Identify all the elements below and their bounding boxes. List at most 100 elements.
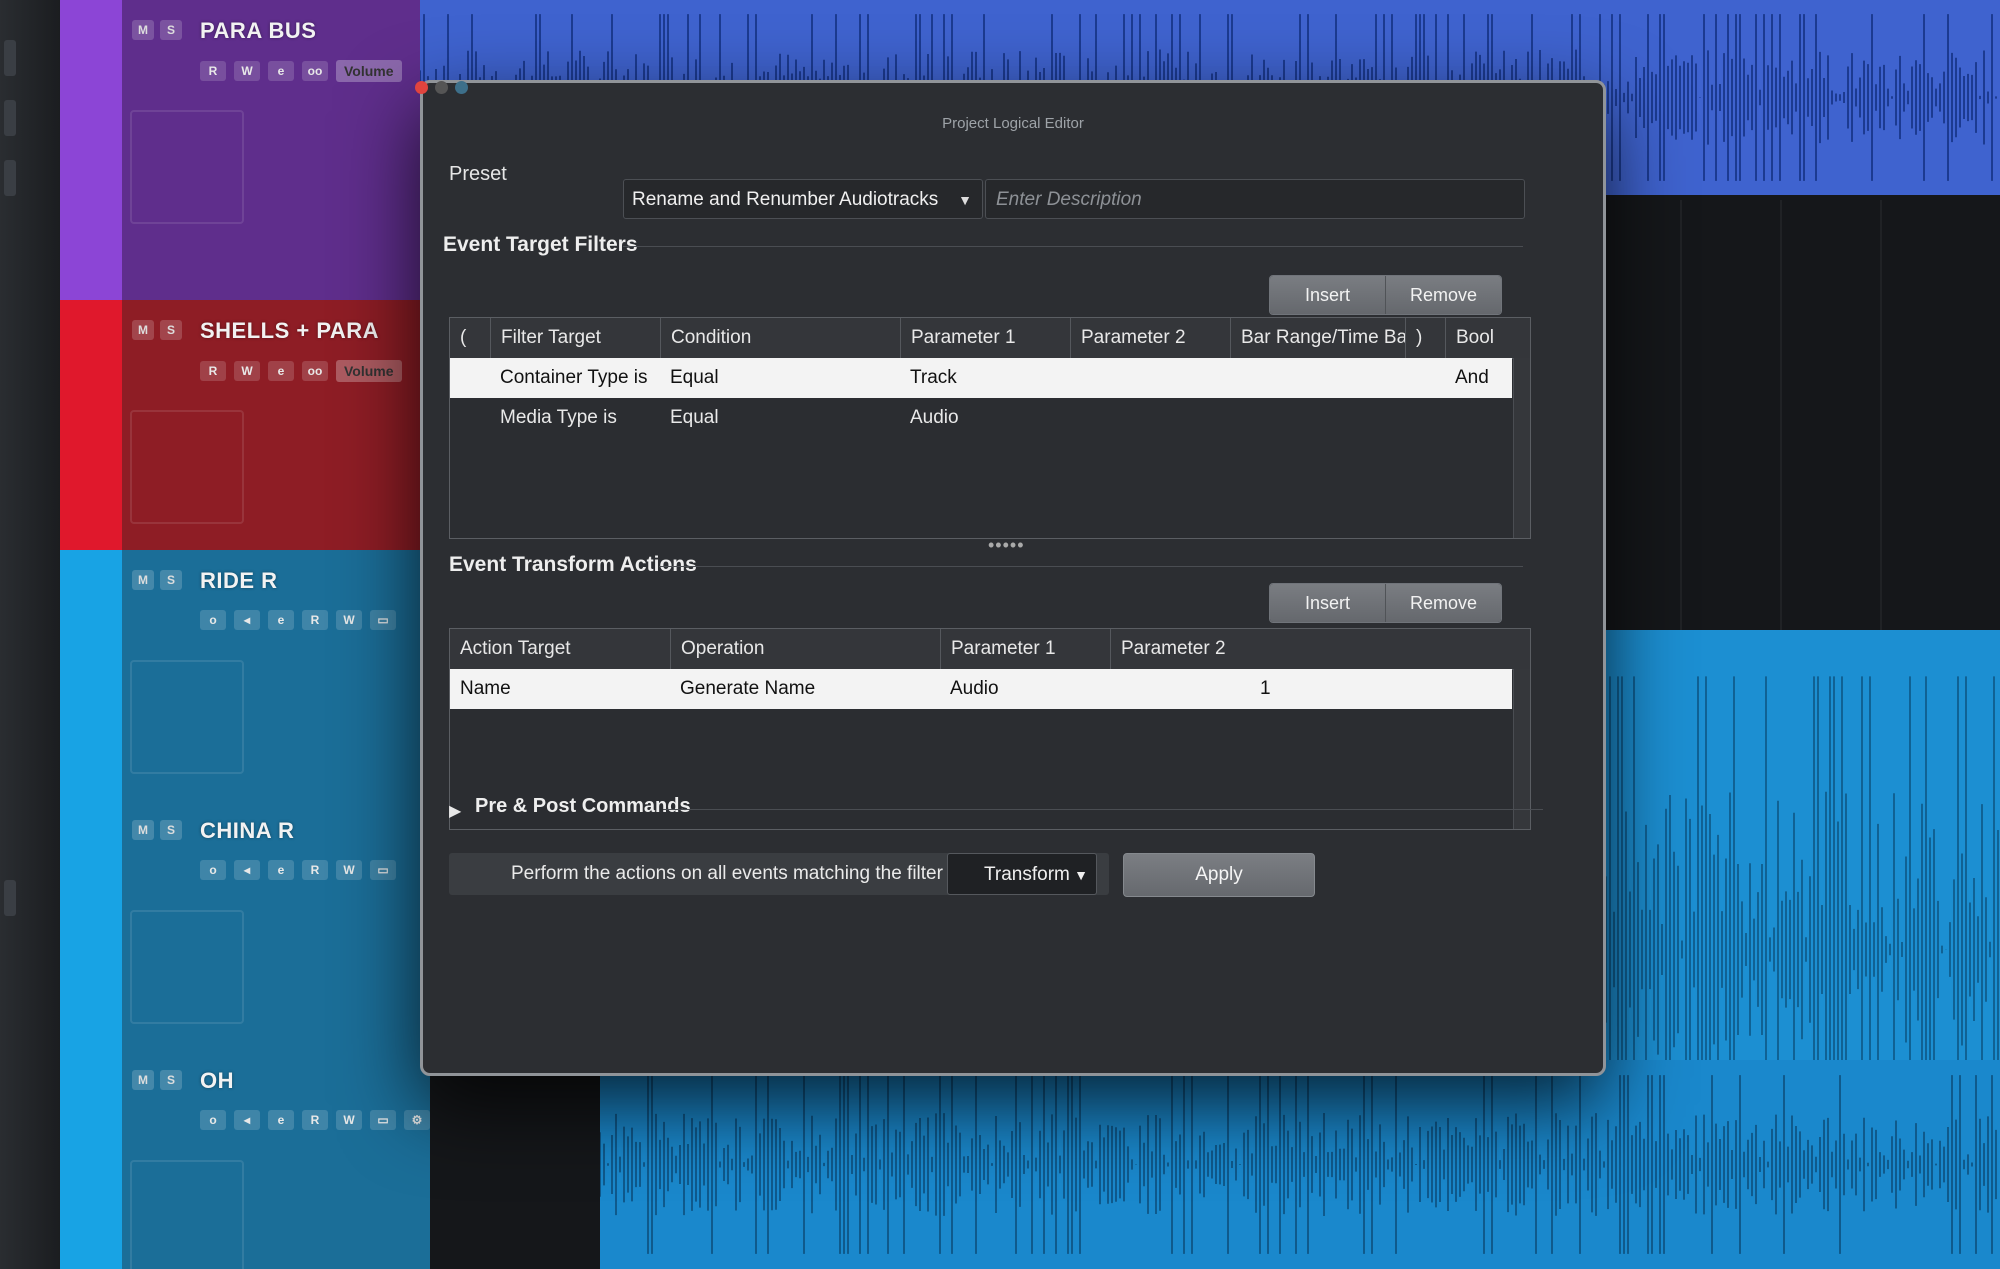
rail-button[interactable]: [4, 160, 16, 196]
track-control-button[interactable]: R: [200, 361, 226, 381]
column-header[interactable]: Parameter 1: [900, 318, 1070, 358]
cell-open-bracket[interactable]: [450, 358, 460, 398]
track-control-button[interactable]: o: [200, 860, 226, 880]
cell-open-bracket[interactable]: [450, 398, 460, 438]
mode-dropdown[interactable]: Transform ▼: [947, 853, 1097, 895]
track-control-button[interactable]: W: [336, 610, 362, 630]
volume-control[interactable]: Volume: [336, 360, 402, 382]
track-control-button[interactable]: R: [200, 61, 226, 81]
track-control-button[interactable]: oo: [302, 361, 328, 381]
minimize-window-button[interactable]: [435, 81, 448, 94]
dialog-titlebar[interactable]: [415, 81, 1603, 119]
pre-post-disclosure-triangle[interactable]: ▶: [449, 801, 461, 821]
column-header[interactable]: Bar Range/Time Bas: [1230, 318, 1405, 358]
track-name[interactable]: CHINA R: [200, 818, 294, 844]
solo-button[interactable]: S: [160, 320, 182, 340]
cell-filter-target[interactable]: Container Type is: [490, 358, 648, 398]
column-header[interactable]: Condition: [660, 318, 900, 358]
filter-insert-button[interactable]: Insert: [1270, 276, 1385, 314]
track-name[interactable]: OH: [200, 1068, 234, 1094]
pane-splitter-handle[interactable]: •••••: [988, 535, 1025, 556]
rail-button[interactable]: [4, 100, 16, 136]
track-control-button[interactable]: ▭: [370, 860, 396, 880]
track-control-button[interactable]: ▭: [370, 610, 396, 630]
track-control-button[interactable]: W: [336, 1110, 362, 1130]
column-header[interactable]: Parameter 2: [1070, 318, 1230, 358]
column-header[interactable]: Bool: [1445, 318, 1530, 358]
action-row[interactable]: Name Generate Name Audio 1: [450, 669, 1512, 709]
track-header[interactable]: M S OH o ◂ e R W ▭ ⚙: [60, 1050, 430, 1269]
column-header[interactable]: Parameter 1: [940, 629, 1110, 669]
volume-control[interactable]: Volume: [336, 60, 402, 82]
action-table-scrollbar[interactable]: [1513, 669, 1530, 829]
track-control-button[interactable]: e: [268, 860, 294, 880]
track-header[interactable]: M S RIDE R o ◂ e R W ▭: [60, 550, 430, 800]
zoom-window-button[interactable]: [455, 81, 468, 94]
preset-dropdown[interactable]: Rename and Renumber Audiotracks ▼: [623, 179, 983, 219]
track-control-button[interactable]: e: [268, 610, 294, 630]
mute-button[interactable]: M: [132, 820, 154, 840]
solo-button[interactable]: S: [160, 570, 182, 590]
filter-table-scrollbar[interactable]: [1513, 358, 1530, 538]
track-control-button[interactable]: ◂: [234, 1110, 260, 1130]
cell-parameter-2[interactable]: 1: [1250, 669, 1271, 709]
track-control-button[interactable]: W: [234, 61, 260, 81]
filter-remove-button[interactable]: Remove: [1385, 276, 1501, 314]
track-control-button[interactable]: e: [268, 361, 294, 381]
rail-button[interactable]: [4, 880, 16, 916]
close-window-button[interactable]: [415, 81, 428, 94]
solo-button[interactable]: S: [160, 20, 182, 40]
cell-bool[interactable]: [1445, 398, 1455, 438]
cell-parameter-2[interactable]: [1070, 358, 1080, 398]
filter-row[interactable]: Media Type is Equal Audio: [450, 398, 1512, 438]
track-control-button[interactable]: e: [268, 61, 294, 81]
action-remove-button[interactable]: Remove: [1385, 584, 1501, 622]
cell-range[interactable]: [1230, 358, 1240, 398]
cell-parameter-1[interactable]: Audio: [900, 398, 959, 438]
track-control-button[interactable]: R: [302, 1110, 328, 1130]
cell-parameter-1[interactable]: Track: [900, 358, 957, 398]
cell-condition[interactable]: Equal: [660, 398, 719, 438]
audio-clip-oh[interactable]: [600, 1060, 2000, 1269]
cell-filter-target[interactable]: Media Type is: [490, 398, 617, 438]
cell-range[interactable]: [1230, 398, 1240, 438]
mute-button[interactable]: M: [132, 20, 154, 40]
track-control-button[interactable]: ▭: [370, 1110, 396, 1130]
cell-condition[interactable]: Equal: [660, 358, 719, 398]
mute-button[interactable]: M: [132, 1070, 154, 1090]
filter-table[interactable]: ( Filter Target Condition Parameter 1 Pa…: [449, 317, 1531, 539]
track-control-button[interactable]: R: [302, 860, 328, 880]
track-header[interactable]: M S CHINA R o ◂ e R W ▭: [60, 800, 430, 1050]
column-header[interactable]: Filter Target: [490, 318, 660, 358]
cell-action-target[interactable]: Name: [450, 669, 511, 709]
track-name[interactable]: RIDE R: [200, 568, 278, 594]
track-control-button[interactable]: o: [200, 1110, 226, 1130]
column-header[interactable]: Parameter 2: [1110, 629, 1530, 669]
filter-row[interactable]: Container Type is Equal Track And: [450, 358, 1512, 398]
solo-button[interactable]: S: [160, 1070, 182, 1090]
column-header[interactable]: Action Target: [450, 629, 670, 669]
column-header[interactable]: (: [450, 318, 490, 358]
cell-parameter-1[interactable]: Audio: [940, 669, 999, 709]
pre-post-commands-toggle[interactable]: Pre & Post Commands: [475, 795, 691, 818]
mute-button[interactable]: M: [132, 570, 154, 590]
description-input[interactable]: Enter Description: [985, 179, 1525, 219]
track-control-button[interactable]: o: [200, 610, 226, 630]
track-control-button[interactable]: W: [336, 860, 362, 880]
track-control-button[interactable]: e: [268, 1110, 294, 1130]
cell-bool[interactable]: And: [1445, 358, 1489, 398]
cell-close-bracket[interactable]: [1405, 398, 1415, 438]
cell-parameter-2[interactable]: [1070, 398, 1080, 438]
mute-button[interactable]: M: [132, 320, 154, 340]
cell-operation[interactable]: Generate Name: [670, 669, 815, 709]
track-header[interactable]: M S PARA BUS R We oo Volume: [60, 0, 430, 300]
track-control-button[interactable]: ◂: [234, 860, 260, 880]
track-control-button[interactable]: oo: [302, 61, 328, 81]
track-control-button[interactable]: R: [302, 610, 328, 630]
cell-close-bracket[interactable]: [1405, 358, 1415, 398]
action-insert-button[interactable]: Insert: [1270, 584, 1385, 622]
apply-button[interactable]: Apply: [1123, 853, 1315, 897]
track-name[interactable]: SHELLS + PARA: [200, 318, 379, 344]
rail-button[interactable]: [4, 40, 16, 76]
column-header[interactable]: ): [1405, 318, 1445, 358]
